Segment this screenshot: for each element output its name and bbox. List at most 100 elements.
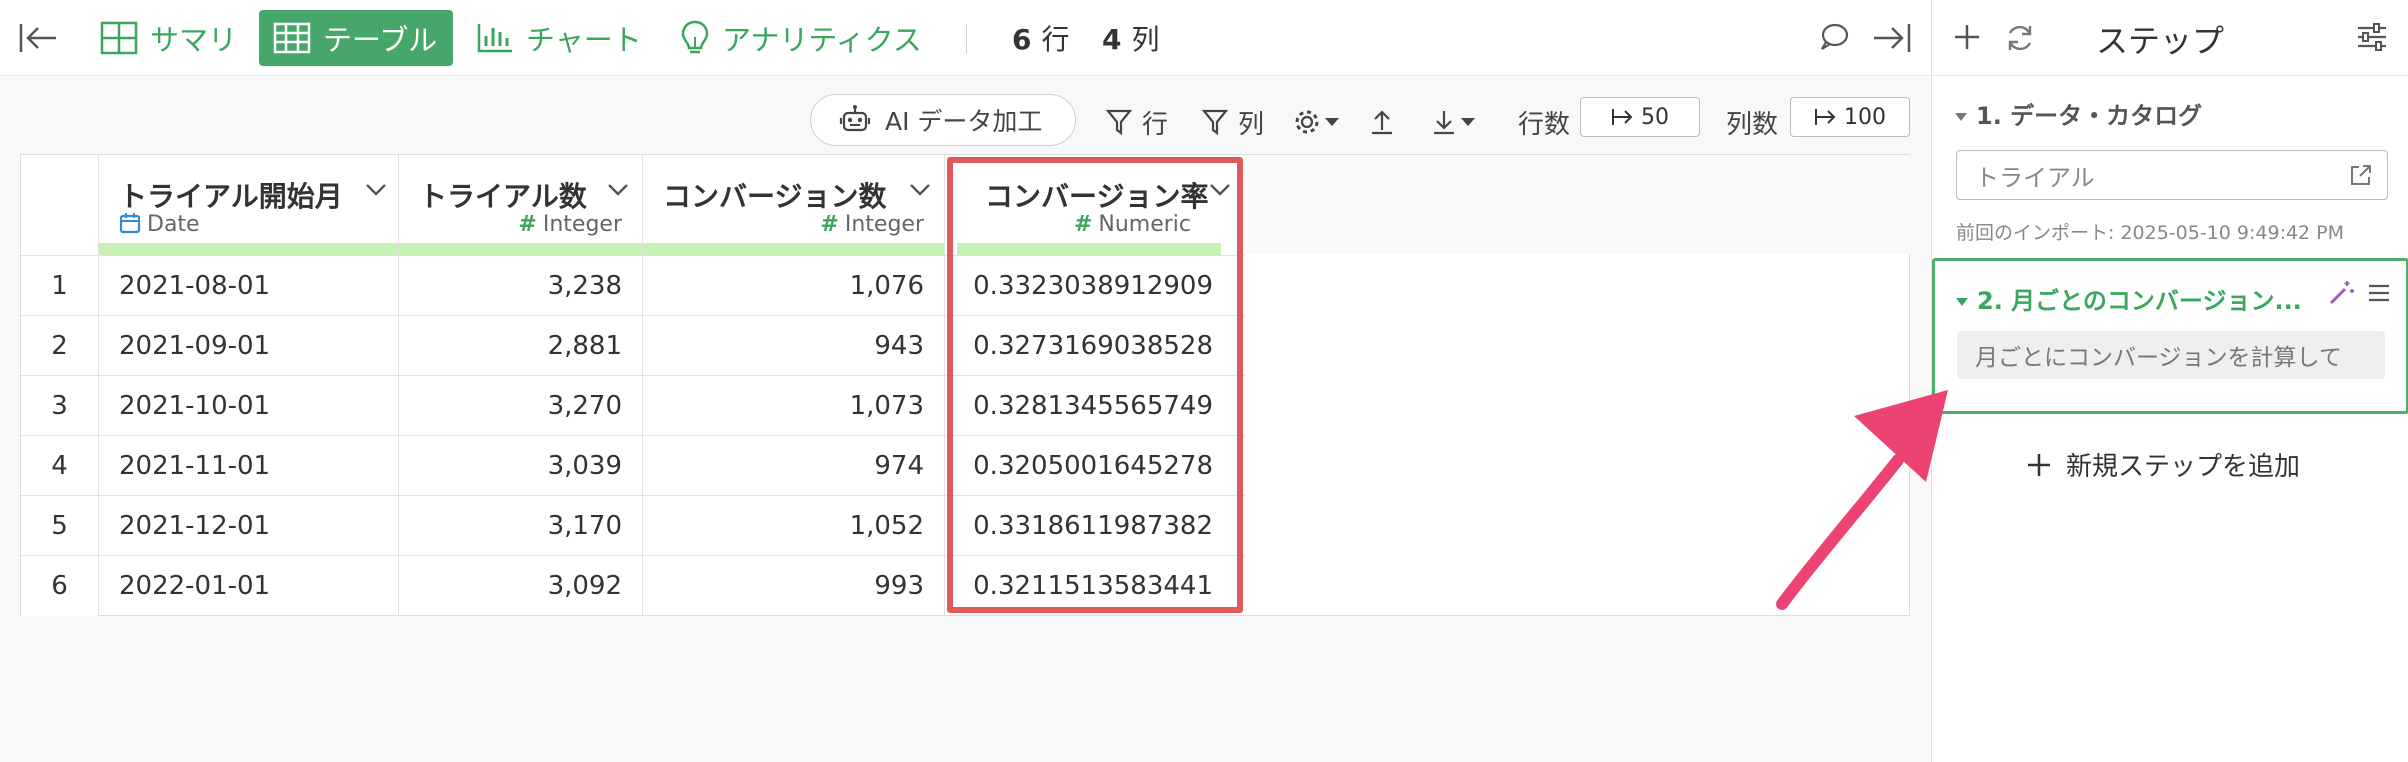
cell-conversion-rate[interactable]: 0.3211513583441: [945, 556, 1245, 616]
cell-trials[interactable]: 2,881: [399, 316, 643, 376]
row-index: 3: [21, 376, 99, 436]
cell-trial-start-month[interactable]: 2021-08-01: [99, 256, 399, 316]
columns-limit-input[interactable]: 100: [1790, 97, 1910, 137]
table-row[interactable]: 4 2021-11-01 3,039 974 0.3205001645278: [21, 435, 1245, 496]
table-row[interactable]: 3 2021-10-01 3,270 1,073 0.3281345565749: [21, 375, 1245, 436]
tab-analytics[interactable]: アナリティクス: [666, 10, 936, 66]
cell-conversions[interactable]: 974: [643, 436, 945, 496]
column-header-conversions[interactable]: コンバージョン数 # Integer: [643, 155, 945, 255]
sliders-icon[interactable]: [2356, 22, 2388, 52]
cell-trials[interactable]: 3,270: [399, 376, 643, 436]
column-header-conversion-rate[interactable]: コンバージョン率 # Numeric: [945, 155, 1245, 255]
row-index: 5: [21, 496, 99, 556]
cell-trials[interactable]: 3,039: [399, 436, 643, 496]
download-menu-button[interactable]: [1432, 99, 1476, 145]
column-name: トライアル数: [419, 180, 587, 213]
column-name: コンバージョン数: [663, 180, 887, 213]
chevron-down-icon[interactable]: [607, 183, 629, 197]
cell-trial-start-month[interactable]: 2021-12-01: [99, 496, 399, 556]
column-count: 4列: [1102, 23, 1160, 56]
magic-wand-icon[interactable]: [2327, 279, 2355, 307]
table-icon: [273, 22, 311, 54]
caret-down-icon: [1954, 112, 1968, 122]
settings-menu-button[interactable]: [1294, 99, 1340, 145]
caret-down-icon: [1460, 116, 1476, 128]
toolbar-divider: [966, 24, 967, 54]
cell-conversion-rate[interactable]: 0.3281345565749: [945, 376, 1245, 436]
hash-icon: #: [820, 212, 839, 237]
step-2-memo[interactable]: 月ごとにコンバージョンを計算して: [1957, 331, 2385, 379]
dataset-name: トライアル: [1975, 163, 2095, 192]
row-index: 4: [21, 436, 99, 496]
cell-trial-start-month[interactable]: 2021-11-01: [99, 436, 399, 496]
tab-summary[interactable]: サマリ: [86, 10, 251, 66]
cell-conversion-rate[interactable]: 0.3323038912909: [945, 256, 1245, 316]
table-row[interactable]: 6 2022-01-01 3,092 993 0.3211513583441: [21, 555, 1245, 616]
row-count: 6行: [1012, 23, 1070, 56]
table-row[interactable]: 1 2021-08-01 3,238 1,076 0.3323038912909: [21, 255, 1245, 316]
cell-trial-start-month[interactable]: 2021-10-01: [99, 376, 399, 436]
chevron-down-icon[interactable]: [909, 183, 931, 197]
column-name: トライアル開始月: [119, 180, 343, 213]
table-row[interactable]: 5 2021-12-01 3,170 1,052 0.3318611987382: [21, 495, 1245, 556]
dataset-field[interactable]: トライアル: [1956, 150, 2388, 200]
chevron-down-icon[interactable]: [365, 183, 387, 197]
rows-label: 行数: [1518, 109, 1571, 140]
column-filter-label: 列: [1238, 109, 1265, 140]
cell-conversion-rate[interactable]: 0.3205001645278: [945, 436, 1245, 496]
comment-icon[interactable]: [1818, 22, 1850, 52]
cell-trial-start-month[interactable]: 2022-01-01: [99, 556, 399, 616]
rows-limit-value: 50: [1641, 104, 1669, 130]
tab-table[interactable]: テーブル: [259, 10, 453, 66]
cell-conversion-rate[interactable]: 0.3318611987382: [945, 496, 1245, 556]
caret-down-icon: [1955, 297, 1969, 307]
grid-icon: [100, 21, 138, 55]
cell-trials[interactable]: 3,170: [399, 496, 643, 556]
row-index: 2: [21, 316, 99, 376]
cell-conversion-rate[interactable]: 0.3273169038528: [945, 316, 1245, 376]
last-import-info: 前回のインポート: 2025-05-10 9:49:42 PM: [1956, 222, 2345, 244]
table-row[interactable]: 2 2021-09-01 2,881 943 0.3273169038528: [21, 315, 1245, 376]
ai-data-button[interactable]: AI データ加工: [810, 94, 1076, 146]
cell-trials[interactable]: 3,092: [399, 556, 643, 616]
cell-trial-start-month[interactable]: 2021-09-01: [99, 316, 399, 376]
step-1-header[interactable]: 1. データ・カタログ: [1954, 96, 2202, 131]
collapse-left-icon[interactable]: [18, 20, 58, 56]
step-2-card[interactable]: 2. 月ごとのコンバージョン... 月ごとにコンバージョンを計算して: [1932, 258, 2408, 414]
upload-icon[interactable]: [1370, 99, 1394, 145]
column-filter-button[interactable]: 列: [1202, 99, 1264, 145]
add-step-button[interactable]: 新規ステップを追加: [2026, 446, 2300, 483]
cell-conversions[interactable]: 1,073: [643, 376, 945, 436]
column-header-trials[interactable]: トライアル数 # Integer: [399, 155, 643, 255]
bar-chart-icon: [476, 22, 514, 54]
cell-trials[interactable]: 3,238: [399, 256, 643, 316]
row-filter-button[interactable]: 行: [1106, 99, 1168, 145]
tab-analytics-label: アナリティクス: [722, 23, 922, 57]
cell-conversions[interactable]: 1,076: [643, 256, 945, 316]
plus-icon[interactable]: [1952, 22, 1982, 52]
rows-limit-input[interactable]: 50: [1580, 97, 1700, 137]
cell-conversions[interactable]: 1,052: [643, 496, 945, 556]
tab-chart[interactable]: チャート: [462, 10, 656, 66]
column-type: # Integer: [820, 212, 924, 237]
collapse-right-icon[interactable]: [1872, 20, 1912, 56]
refresh-icon[interactable]: [2004, 22, 2036, 54]
cell-conversions[interactable]: 993: [643, 556, 945, 616]
chevron-down-icon[interactable]: [1209, 183, 1231, 197]
columns-limit-value: 100: [1844, 104, 1886, 130]
cell-conversions[interactable]: 943: [643, 316, 945, 376]
columns-label: 列数: [1726, 109, 1779, 140]
external-link-icon[interactable]: [2349, 163, 2373, 187]
type-indicator-bar: [99, 243, 398, 255]
type-indicator-bar: [957, 243, 1221, 255]
step-2-header[interactable]: 2. 月ごとのコンバージョン...: [1955, 281, 2302, 316]
column-header-trial-start-month[interactable]: トライアル開始月 Date: [99, 155, 399, 255]
limit-arrow-icon: [1814, 107, 1836, 127]
steps-panel: ステップ 1. データ・カタログ トライアル 前回のインポート: 2025-05…: [1931, 0, 2408, 762]
hamburger-menu-icon[interactable]: [2367, 283, 2391, 303]
tab-summary-label: サマリ: [150, 23, 238, 57]
top-bar: サマリ テーブル チャート アナリティクス 6行 4列: [0, 0, 1930, 76]
type-indicator-bar: [643, 243, 944, 255]
table-empty-header-area: [1244, 154, 1910, 254]
download-icon: [1432, 108, 1456, 136]
